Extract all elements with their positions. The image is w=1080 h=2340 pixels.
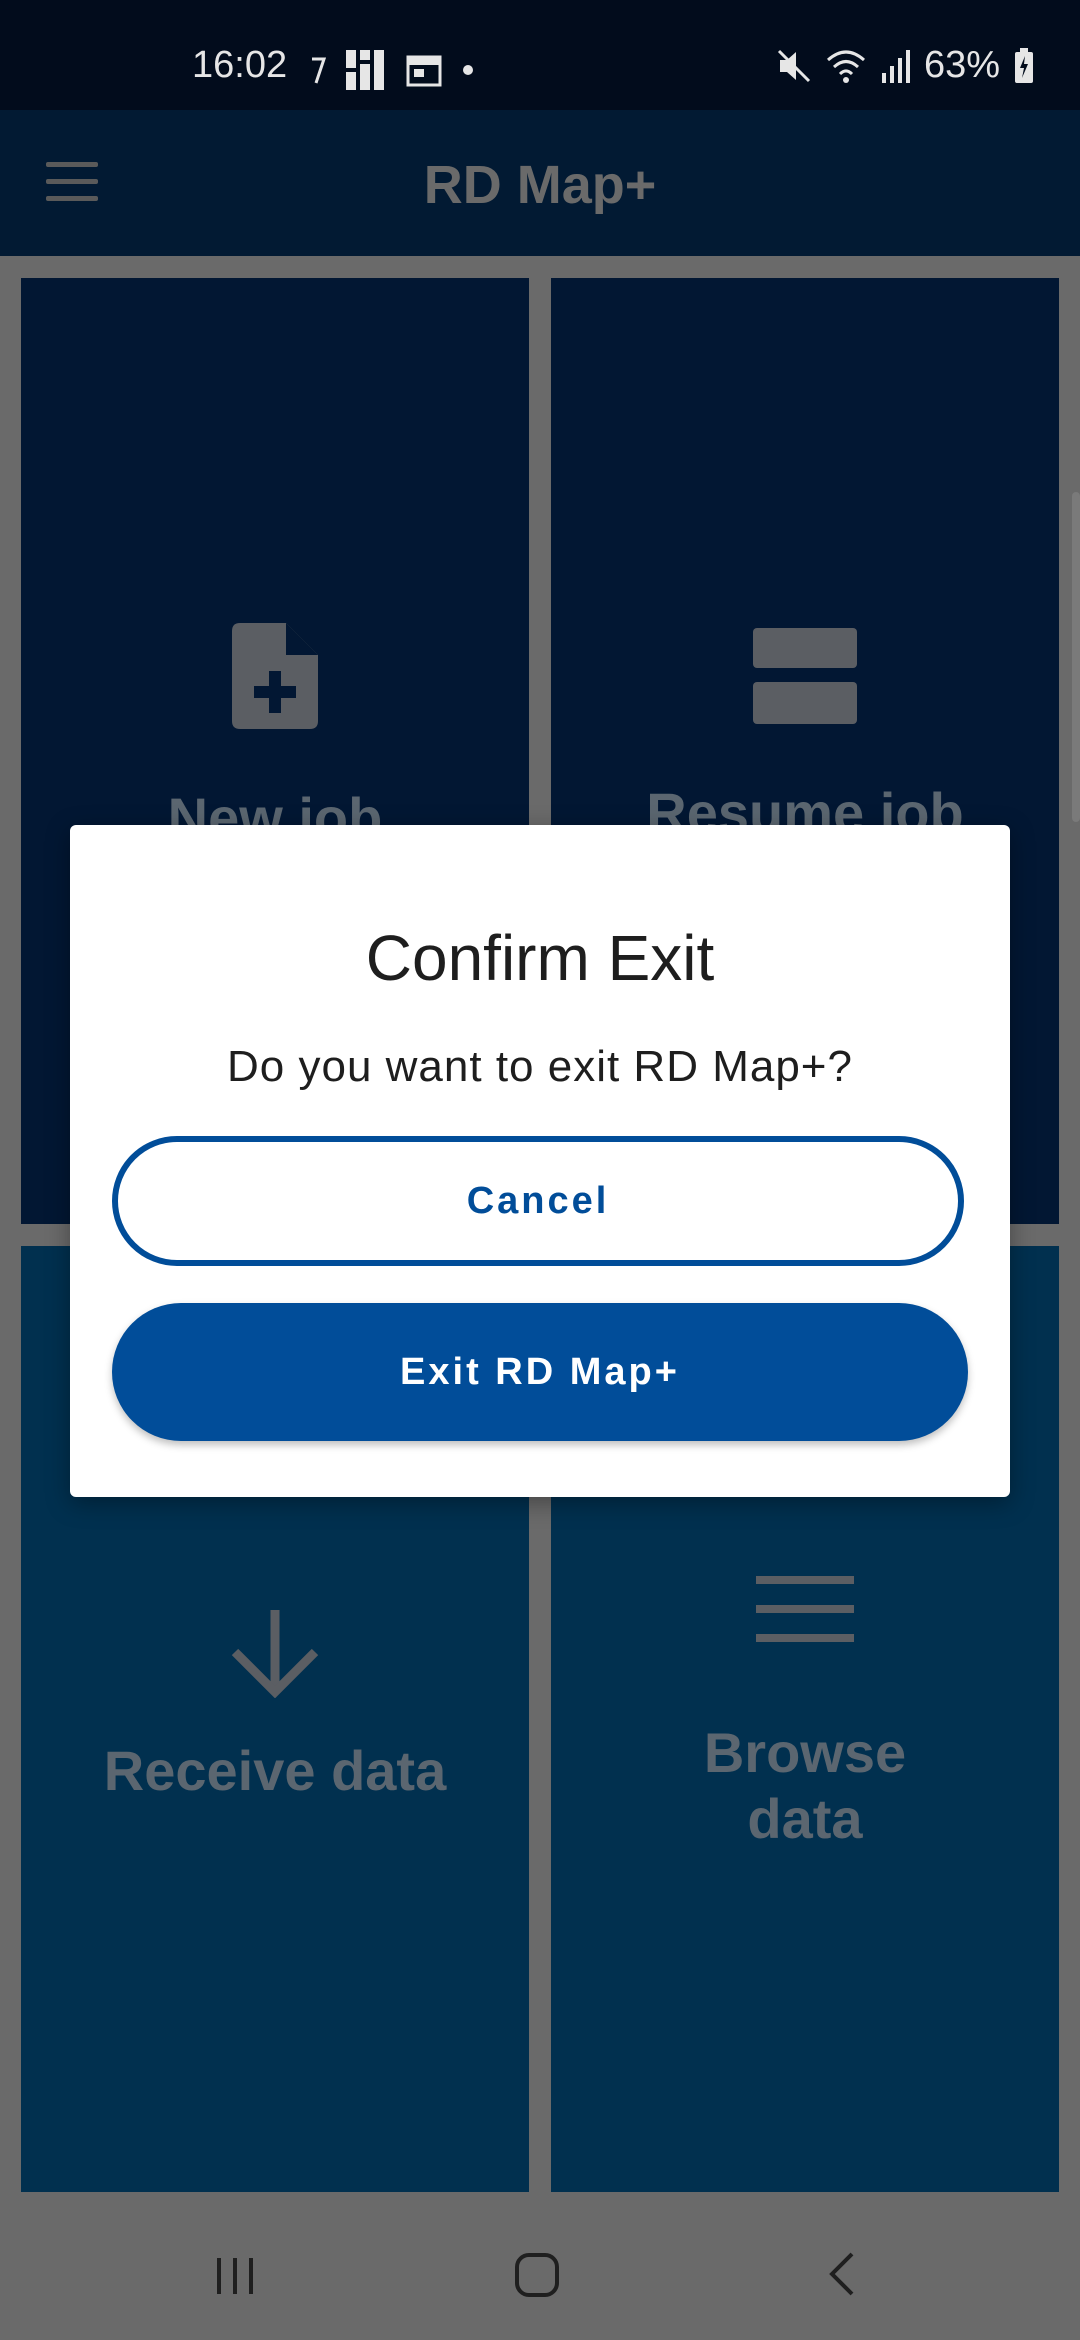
app-bar: RD Map+ bbox=[0, 110, 1080, 256]
cancel-button[interactable]: Cancel bbox=[112, 1136, 964, 1266]
home-icon[interactable] bbox=[514, 2252, 560, 2298]
dialog-title: Confirm Exit bbox=[365, 922, 715, 994]
status-time: 16:02 bbox=[192, 44, 288, 86]
battery-percent: 63% bbox=[923, 44, 1000, 86]
status-bar: 16:02 63% bbox=[0, 0, 1080, 110]
confirm-exit-dialog: Confirm Exit Do you want to exit RD Map+… bbox=[70, 825, 1010, 1497]
status-system-icons: 63% bbox=[776, 44, 1034, 87]
tile-label: Receive data bbox=[103, 1739, 447, 1802]
list-icon bbox=[753, 628, 857, 724]
exit-button[interactable]: Exit RD Map+ bbox=[112, 1303, 968, 1441]
scrollbar[interactable] bbox=[1072, 492, 1080, 822]
mute-icon bbox=[777, 49, 810, 82]
arrow-down-icon bbox=[231, 1610, 319, 1698]
wifi-icon bbox=[826, 50, 865, 83]
tile-label-line: Browse bbox=[703, 1721, 907, 1784]
app-title: RD Map+ bbox=[423, 155, 657, 215]
menu-lines-icon bbox=[756, 1576, 854, 1642]
grid-app-icon bbox=[346, 50, 384, 90]
navigation-bar bbox=[0, 2208, 1080, 2340]
tile-label: Browse data bbox=[704, 1720, 906, 1852]
recent-apps-icon[interactable] bbox=[213, 2254, 257, 2298]
notification-icon bbox=[312, 57, 326, 84]
signal-icon bbox=[881, 49, 910, 83]
dialog-message: Do you want to exit RD Map+? bbox=[227, 1042, 853, 1091]
calendar-icon bbox=[406, 55, 442, 87]
back-icon[interactable] bbox=[824, 2250, 858, 2298]
tile-label-line: data bbox=[747, 1787, 863, 1850]
battery-charging-icon bbox=[1015, 47, 1033, 83]
more-notifications-dot-icon bbox=[463, 65, 473, 75]
status-notification-icons bbox=[310, 48, 474, 92]
file-plus-icon bbox=[232, 623, 318, 729]
